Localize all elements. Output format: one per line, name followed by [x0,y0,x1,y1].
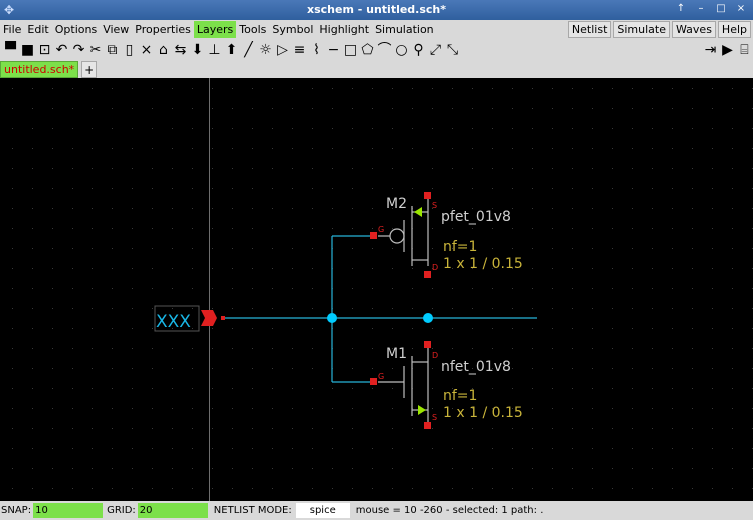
menu-help[interactable]: Help [717,21,751,38]
netlist-icon[interactable]: ⇥ [702,41,719,59]
insert-icon[interactable]: ⊥ [206,41,223,59]
zoom-icon[interactable]: ⚲ [410,41,427,59]
polygon-icon[interactable]: ⬠ [359,41,376,59]
zoom-in-icon[interactable]: ⤢ [427,41,444,59]
snap-label: SNAP: [1,505,32,516]
status-info: mouse = 10 -260 - selected: 1 path: . [355,505,544,516]
menu-waves[interactable]: Waves [672,21,716,38]
waves-icon[interactable]: ⌸ [736,41,753,59]
grid-label: GRID: [107,505,136,516]
window-controls: ↑ – □ × [675,3,747,14]
undo-icon[interactable]: ↶ [53,41,70,59]
menu-edit[interactable]: Edit [24,21,51,38]
nmos-param-size: 1 x 1 / 0.15 [443,405,523,421]
arc-icon[interactable]: ⌒ [376,41,393,59]
highlight-icon[interactable]: ☼ [257,41,274,59]
duplicate-icon[interactable]: ⇆ [172,41,189,59]
menu-file[interactable]: File [0,21,24,38]
tab-untitled[interactable]: untitled.sch* [0,61,79,78]
pmos-param-nf: nf=1 [443,239,477,255]
status-bar: SNAP: 10 GRID: 20 NETLIST MODE: spice mo… [0,501,753,520]
toolbar: ▀ ■ ⊡ ↶ ↷ ✂ ⧉ ▯ × ⌂ ⇆ ⬇ ⊥ ⬆ ╱ ☼ ▷ ≡ ⌇ − … [0,39,753,61]
copy-icon[interactable]: ⧉ [104,41,121,59]
text-icon[interactable]: ≡ [291,41,308,59]
menu-netlist[interactable]: Netlist [567,21,612,38]
grid-input[interactable]: 20 [137,503,208,518]
close-icon[interactable]: × [735,3,747,14]
menu-symbol[interactable]: Symbol [269,21,316,38]
symbol-icon[interactable]: ▷ [274,41,291,59]
reload-icon[interactable]: ⊡ [36,41,53,59]
simulate-icon[interactable]: ▶ [719,41,736,59]
menu-layers[interactable]: Layers [193,21,237,38]
zoom-out-icon[interactable]: ⤡ [444,41,461,59]
input-pin-node [221,316,225,320]
snap-input[interactable]: 10 [33,503,104,518]
pmos-gate-pin-label: G [378,225,384,234]
minimize-icon[interactable]: – [695,3,707,14]
maximize-icon[interactable]: □ [715,3,727,14]
wire-icon[interactable]: ╱ [240,41,257,59]
tab-strip: untitled.sch* + [0,61,753,78]
title-bar: ✥ xschem - untitled.sch* ↑ – □ × [0,0,753,20]
netlist-mode-label: NETLIST MODE: [213,505,292,516]
menu-simulation[interactable]: Simulation [372,21,437,38]
nmos-instance-name: M1 [386,346,407,362]
menu-simulate[interactable]: Simulate [613,21,670,38]
junction-dot [423,313,433,323]
pmos-drain-pin[interactable] [424,271,431,278]
nmos-drain-pin[interactable] [424,341,431,348]
rect-icon[interactable]: □ [342,41,359,59]
open-icon[interactable]: ▀ [2,41,19,59]
save-icon[interactable]: ■ [19,41,36,59]
menu-view[interactable]: View [100,21,132,38]
pmos-source-pin[interactable] [424,192,431,199]
menu-options[interactable]: Options [52,21,100,38]
nmos-param-nf: nf=1 [443,388,477,404]
junction-dot [327,313,337,323]
move-icon[interactable]: ⌂ [155,41,172,59]
delete-icon[interactable]: × [138,41,155,59]
paste-icon[interactable]: ▯ [121,41,138,59]
add-tab-button[interactable]: + [81,61,98,78]
nmos-gate-pin-label: G [378,372,384,381]
window-title: xschem - untitled.sch* [306,3,447,16]
circle-icon[interactable]: ○ [393,41,410,59]
line-icon[interactable]: − [325,41,342,59]
descend-icon[interactable]: ⬇ [189,41,206,59]
netlist-mode-value[interactable]: spice [295,503,350,518]
nmos-source-pin[interactable] [424,422,431,429]
shade-icon[interactable]: ↑ [675,3,687,14]
pmos-drain-pin-label: D [432,263,438,272]
menu-right-group: Netlist Simulate Waves Help [567,21,753,38]
pmos-gate-pin[interactable] [370,232,377,239]
menu-properties[interactable]: Properties [132,21,194,38]
schematic-drawing[interactable]: XXX S G D M2 pfet_01v8 nf=1 1 x 1 / 0.15… [0,78,753,501]
menu-tools[interactable]: Tools [236,21,269,38]
pmos-source-pin-label: S [432,201,437,210]
nmos-source-pin-label: S [432,413,437,422]
cut-icon[interactable]: ✂ [87,41,104,59]
ascend-icon[interactable]: ⬆ [223,41,240,59]
schematic-canvas[interactable]: XXX S G D M2 pfet_01v8 nf=1 1 x 1 / 0.15… [0,78,753,501]
menu-bar: File Edit Options View Properties Layers… [0,20,753,39]
nmos-model-name: nfet_01v8 [441,359,511,375]
pmos-model-name: pfet_01v8 [441,209,511,225]
menu-highlight[interactable]: Highlight [316,21,372,38]
grid-dots [0,78,753,501]
pmos-param-size: 1 x 1 / 0.15 [443,256,523,272]
pin-icon[interactable]: ⌇ [308,41,325,59]
redo-icon[interactable]: ↷ [70,41,87,59]
nmos-gate-pin[interactable] [370,378,377,385]
input-pin-label: XXX [156,312,191,332]
nmos-drain-pin-label: D [432,351,438,360]
pmos-instance-name: M2 [386,196,407,212]
